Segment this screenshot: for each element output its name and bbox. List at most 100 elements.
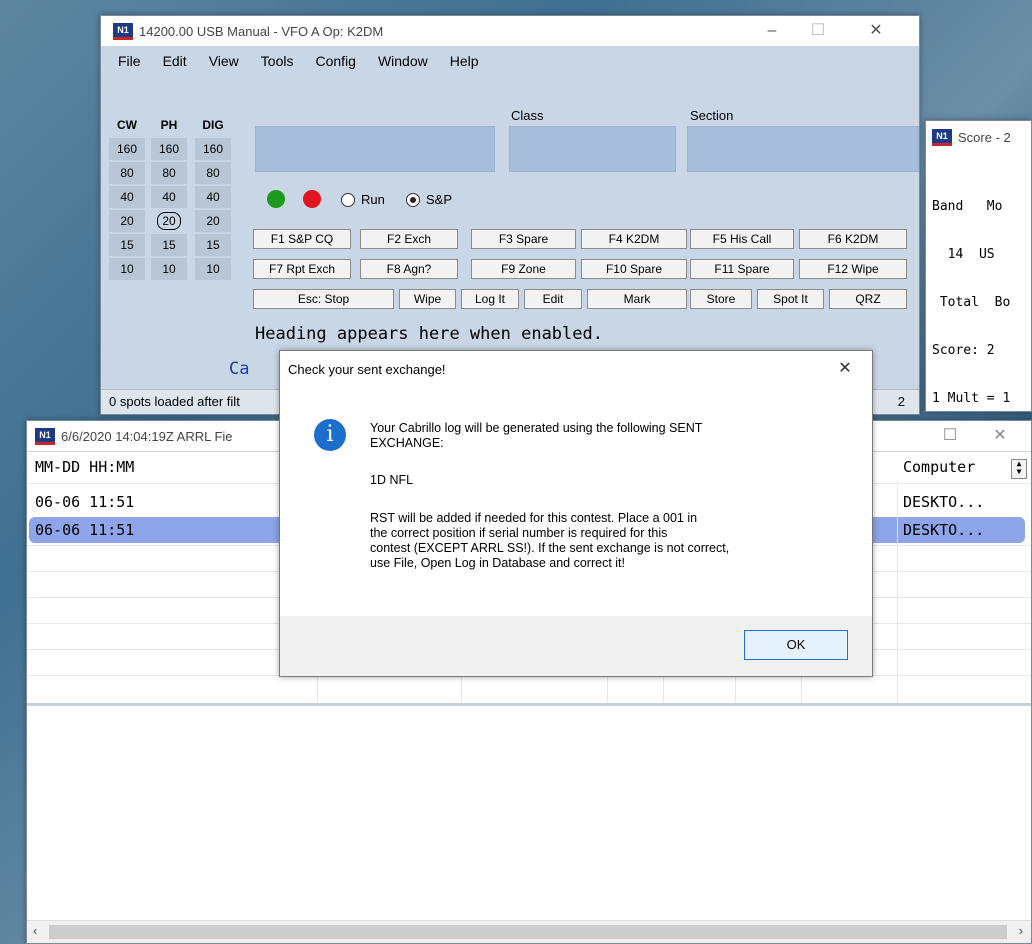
heading-text: Heading appears here when enabled.	[255, 324, 603, 344]
score-line: 14 US	[932, 247, 995, 262]
menu-window[interactable]: Window	[367, 53, 439, 69]
f8-button[interactable]: F8 Agn?	[360, 259, 458, 279]
qrz-button[interactable]: QRZ	[829, 289, 907, 309]
band-cw-20[interactable]: 20	[109, 210, 145, 232]
entry-titlebar[interactable]: N1 14200.00 USB Manual - VFO A Op: K2DM …	[101, 16, 919, 46]
message-line: use File, Open Log in Database and corre…	[370, 556, 626, 570]
mark-button[interactable]: Mark	[587, 289, 687, 309]
f4-button[interactable]: F4 K2DM	[581, 229, 687, 249]
f9-button[interactable]: F9 Zone	[471, 259, 576, 279]
f6-button[interactable]: F6 K2DM	[799, 229, 907, 249]
exchange-text: 1D NFL	[370, 473, 414, 487]
menu-config[interactable]: Config	[304, 53, 366, 69]
log-it-button[interactable]: Log It	[461, 289, 519, 309]
score-line: 1 Mult = 1	[932, 391, 1011, 406]
band-ph-40[interactable]: 40	[151, 186, 187, 208]
band-ph-80[interactable]: 80	[151, 162, 187, 184]
band-header-cw: CW	[117, 118, 137, 132]
band-column-ph: PH 160 80 40 20 15 10	[151, 114, 187, 282]
message-line: contest (EXCEPT ARRL SS!). If the sent e…	[370, 541, 730, 555]
edit-button[interactable]: Edit	[524, 289, 582, 309]
section-label: Section	[690, 108, 734, 123]
maximize-icon[interactable]: ☐	[795, 16, 841, 46]
menu-help[interactable]: Help	[439, 53, 490, 69]
band-ph-15[interactable]: 15	[151, 234, 187, 256]
minimize-icon[interactable]: –	[749, 16, 795, 46]
dialog-titlebar[interactable]: Check your sent exchange! ✕	[280, 351, 872, 387]
section-input[interactable]	[687, 126, 919, 172]
band-dig-20[interactable]: 20	[195, 210, 231, 232]
wipe-button[interactable]: Wipe	[399, 289, 456, 309]
band-column-cw: CW 160 80 40 20 15 10	[109, 114, 145, 282]
n1mm-logo-icon: N1	[932, 128, 952, 146]
menu-file[interactable]: File	[107, 53, 152, 69]
info-icon: i	[314, 419, 346, 451]
menu-view[interactable]: View	[198, 53, 250, 69]
band-ph-20-selected[interactable]: 20	[151, 210, 187, 232]
score-line: Total Bo	[932, 295, 1011, 310]
band-ph-160[interactable]: 160	[151, 138, 187, 160]
row-time: 06-06 11:51	[35, 521, 135, 539]
band-cw-160[interactable]: 160	[109, 138, 145, 160]
partial-info-text: Ca	[229, 359, 250, 379]
menu-edit[interactable]: Edit	[152, 53, 198, 69]
score-window: N1 Score - 2 Band Mo 14 US Total Bo Scor…	[925, 120, 1032, 412]
store-button[interactable]: Store	[690, 289, 752, 309]
band-dig-160[interactable]: 160	[195, 138, 231, 160]
dialog-title: Check your sent exchange!	[288, 361, 446, 377]
scroll-left-icon[interactable]: ‹	[33, 923, 37, 938]
f3-button[interactable]: F3 Spare	[471, 229, 576, 249]
band-dig-80[interactable]: 80	[195, 162, 231, 184]
message-line: Your Cabrillo log will be generated usin…	[370, 421, 703, 435]
band-header-ph: PH	[160, 118, 178, 132]
header-spinner-icon[interactable]: ▲ ▼	[1011, 459, 1027, 479]
scrollbar-thumb[interactable]	[49, 925, 1007, 939]
log-header-time[interactable]: MM-DD HH:MM	[35, 451, 134, 483]
close-icon[interactable]: ✕	[853, 16, 899, 46]
band-dig-15[interactable]: 15	[195, 234, 231, 256]
horizontal-scrollbar[interactable]: ‹ ›	[27, 920, 1031, 943]
esc-stop-button[interactable]: Esc: Stop	[253, 289, 394, 309]
splitter[interactable]	[27, 703, 1031, 706]
close-icon[interactable]: ✕	[822, 354, 868, 384]
n1mm-logo-icon: N1	[35, 427, 55, 445]
maximize-icon[interactable]: ☐	[927, 421, 973, 451]
log-header-computer[interactable]: Computer	[903, 451, 975, 483]
scroll-right-icon[interactable]: ›	[1019, 923, 1023, 938]
callsign-input[interactable]	[255, 126, 495, 172]
band-cw-40[interactable]: 40	[109, 186, 145, 208]
band-ph-10[interactable]: 10	[151, 258, 187, 280]
score-line: Band Mo	[932, 199, 1003, 214]
band-dig-10[interactable]: 10	[195, 258, 231, 280]
band-cw-10[interactable]: 10	[109, 258, 145, 280]
band-cw-15[interactable]: 15	[109, 234, 145, 256]
run-radio[interactable]	[341, 193, 355, 207]
f11-button[interactable]: F11 Spare	[690, 259, 794, 279]
row-time: 06-06 11:51	[35, 493, 135, 511]
class-input[interactable]	[509, 126, 676, 172]
message-line: RST will be added if needed for this con…	[370, 511, 698, 525]
menu-bar: File Edit View Tools Config Window Help	[101, 46, 919, 76]
row-computer: DESKTO...	[903, 521, 985, 539]
f10-button[interactable]: F10 Spare	[581, 259, 687, 279]
band-cw-80[interactable]: 80	[109, 162, 145, 184]
band-dig-40[interactable]: 40	[195, 186, 231, 208]
row-computer: DESKTO...	[903, 493, 985, 511]
message-line: EXCHANGE:	[370, 436, 444, 450]
band-header-dig: DIG	[202, 118, 224, 132]
f1-button[interactable]: F1 S&P CQ	[253, 229, 351, 249]
score-titlebar[interactable]: N1 Score - 2	[926, 121, 1031, 153]
f12-button[interactable]: F12 Wipe	[799, 259, 907, 279]
f5-button[interactable]: F5 His Call	[690, 229, 794, 249]
spot-it-button[interactable]: Spot It	[757, 289, 824, 309]
exchange-dialog: Check your sent exchange! ✕ i Your Cabri…	[279, 350, 873, 677]
f7-button[interactable]: F7 Rpt Exch	[253, 259, 351, 279]
sp-radio[interactable]	[406, 193, 420, 207]
f2-button[interactable]: F2 Exch	[360, 229, 458, 249]
ok-button[interactable]: OK	[744, 630, 848, 660]
menu-tools[interactable]: Tools	[250, 53, 305, 69]
score-title: Score - 2	[958, 129, 1011, 145]
score-content: Band Mo 14 US Total Bo Score: 2 1 Mult =…	[932, 167, 1010, 439]
close-icon[interactable]: ✕	[977, 421, 1023, 451]
log-title: 6/6/2020 14:04:19Z ARRL Fie	[61, 428, 233, 444]
